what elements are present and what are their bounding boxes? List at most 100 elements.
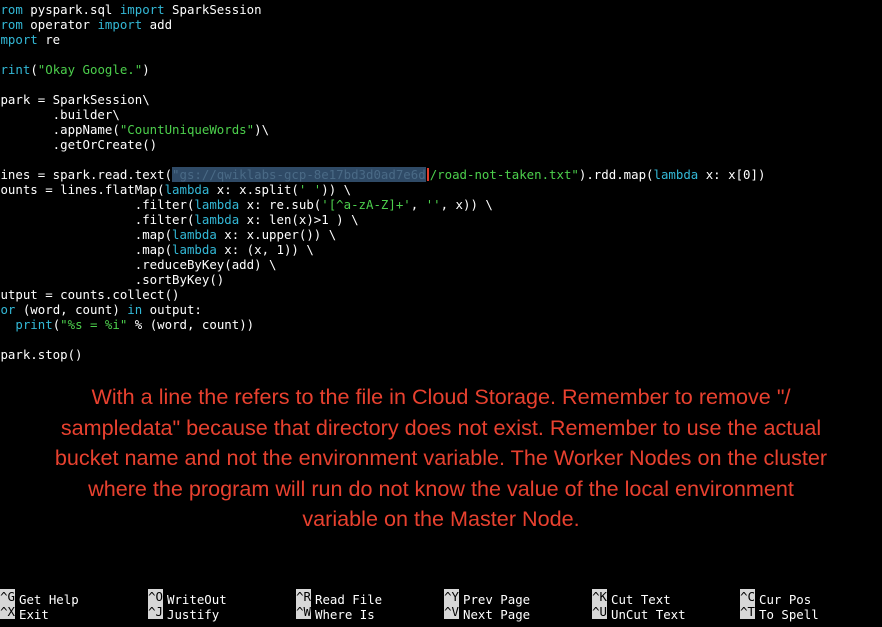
code-token: ) — [142, 62, 150, 77]
shortcut-key: ^X — [0, 604, 15, 619]
code-line: .getOrCreate() — [0, 137, 882, 152]
code-line: import re — [0, 32, 882, 47]
code-string: "CountUniqueWords" — [119, 122, 255, 137]
code-token: .getOrCreate() — [0, 137, 158, 152]
annotation-line: With a line the refers to the file in Cl… — [91, 384, 791, 409]
code-line: .filter(lambda x: re.sub('[^a-zA-Z]+', '… — [0, 197, 882, 212]
shortcut-next-page[interactable]: ^V Next Page — [444, 604, 530, 622]
code-token: x: x.upper()) \ — [216, 227, 337, 242]
code-token: )) \ — [321, 182, 352, 197]
shortcut-label: To Spell — [759, 607, 819, 622]
code-keyword: lambda — [194, 212, 240, 227]
annotation-line: sampledata" because that directory does … — [60, 414, 822, 440]
code-line: lines = spark.read.text("gs://qwiklabs-g… — [0, 167, 882, 182]
code-line: .map(lambda x: x.upper()) \ — [0, 227, 882, 242]
code-token: .map( — [0, 242, 173, 257]
shortcut-label: Next Page — [463, 607, 531, 622]
code-line: from operator import add — [0, 17, 882, 32]
code-string: "%s = %i" — [60, 317, 128, 332]
shortcut-key: ^J — [148, 604, 163, 619]
code-line: print("Okay Google.") — [0, 62, 882, 77]
code-string: /road-not-taken.txt" — [429, 167, 579, 182]
code-keyword: import — [119, 2, 165, 17]
code-editor[interactable]: from pyspark.sql import SparkSessionfrom… — [0, 2, 882, 362]
code-token: % (word, count)) — [127, 317, 255, 332]
code-token: SparkSession — [164, 2, 262, 17]
code-keyword: print — [0, 62, 31, 77]
annotation-line: bucket name and not the environment vari… — [54, 445, 828, 470]
code-token: (word, count) — [15, 302, 128, 317]
code-token: spark = SparkSession\ — [0, 92, 150, 107]
code-token: .filter( — [0, 212, 195, 227]
code-token: , x)) \ — [440, 197, 493, 212]
annotation-line: where the program will run do not know t… — [88, 475, 794, 501]
code-keyword: from — [0, 17, 23, 32]
code-token: spark.stop() — [0, 347, 83, 362]
code-keyword: lambda — [164, 182, 210, 197]
text-cursor — [426, 168, 429, 181]
code-selection: "gs://qwiklabs-gcp-8e17bd3d0ad7e6d — [172, 167, 426, 182]
shortcut-key: ^T — [740, 604, 755, 619]
annotation-line: variable on the Master Node. — [302, 506, 580, 531]
shortcut-key: ^G — [0, 589, 15, 604]
shortcut-justify[interactable]: ^J Justify — [148, 604, 219, 622]
shortcut-exit[interactable]: ^X Exit — [0, 604, 49, 622]
code-token: re — [37, 32, 61, 47]
shortcut-uncut-text[interactable]: ^U UnCut Text — [592, 604, 686, 622]
code-line: from pyspark.sql import SparkSession — [0, 2, 882, 17]
shortcut-key: ^C — [740, 589, 755, 604]
shortcut-label: Justify — [167, 607, 220, 622]
shortcut-row-1: ^G Get Help ^O WriteOut ^R Read File ^Y Prev Pa… — [0, 589, 882, 607]
code-line: for (word, count) in output: — [0, 302, 882, 317]
code-token: .builder\ — [0, 107, 120, 122]
code-token: x: (x, 1)) \ — [216, 242, 314, 257]
code-line: counts = lines.flatMap(lambda x: x.split… — [0, 182, 882, 197]
code-token: x: re.sub( — [239, 197, 322, 212]
code-token: .filter( — [0, 197, 195, 212]
code-token: x: x.split( — [209, 182, 299, 197]
code-token: )\ — [254, 122, 270, 137]
code-line: .filter(lambda x: len(x)>1 ) \ — [0, 212, 882, 227]
code-token: .map( — [0, 227, 173, 242]
code-keyword: lambda — [172, 227, 217, 242]
code-token: output = counts.collect() — [0, 287, 180, 302]
shortcut-key: ^Y — [444, 589, 459, 604]
code-keyword: from — [0, 2, 23, 17]
code-line: print("%s = %i" % (word, count)) — [0, 317, 882, 332]
annotation-text: With a line the refers to the file in Cl… — [0, 382, 882, 535]
code-keyword: import — [0, 32, 38, 47]
shortcut-key: ^K — [592, 589, 607, 604]
shortcut-where-is[interactable]: ^W Where Is — [296, 604, 375, 622]
shortcut-label: Where Is — [315, 607, 375, 622]
code-token: .appName( — [0, 122, 120, 137]
code-keyword: print — [15, 317, 53, 332]
shortcut-key: ^O — [148, 589, 163, 604]
code-line: .builder\ — [0, 107, 882, 122]
code-string: '[^a-zA-Z]+' — [321, 197, 411, 212]
shortcut-label: Exit — [19, 607, 49, 622]
code-keyword: in — [127, 302, 143, 317]
code-string: ' ' — [298, 182, 322, 197]
code-line: .sortByKey() — [0, 272, 882, 287]
code-token: operator — [22, 17, 98, 32]
code-string: "Okay Google." — [37, 62, 143, 77]
code-token: counts = lines.flatMap( — [0, 182, 165, 197]
code-keyword: import — [97, 17, 143, 32]
shortcut-key: ^U — [592, 604, 607, 619]
shortcut-to-spell[interactable]: ^T To Spell — [740, 604, 819, 622]
code-token: output: — [142, 302, 202, 317]
code-token: , — [410, 197, 426, 212]
code-keyword: lambda — [194, 197, 240, 212]
shortcut-label: UnCut Text — [611, 607, 686, 622]
code-string: '' — [425, 197, 441, 212]
code-token: pyspark.sql — [22, 2, 120, 17]
code-keyword: lambda — [653, 167, 699, 182]
shortcut-key: ^W — [296, 604, 311, 619]
code-token: x: len(x)>1 ) \ — [239, 212, 359, 227]
code-token: .reduceByKey(add) \ — [0, 257, 277, 272]
code-token: add — [142, 17, 173, 32]
